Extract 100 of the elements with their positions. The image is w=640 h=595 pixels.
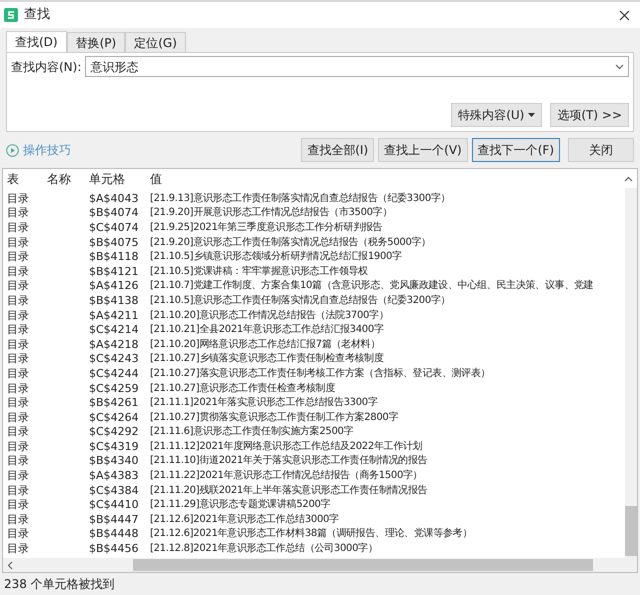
table-cell-text: 目录 (6, 498, 30, 512)
table-cell-text: $B$4340 (88, 454, 140, 468)
table-cell-text: 目录 (6, 264, 30, 278)
options-button[interactable]: 选项(T) >> (550, 103, 629, 127)
table-cell-text: $B$4121 (88, 264, 140, 278)
table-cell-text: $C$4243 (88, 352, 140, 366)
table-cell-text: 目录 (6, 294, 30, 307)
table-cell-text: [21.12.8]2021年意识形态工作总结（公司3000字） (149, 542, 378, 556)
table-cell-text: [21.10.20]网络意识形态工作总结汇报7篇（老材料） (149, 338, 380, 351)
action-button[interactable]: 关闭 (568, 138, 634, 162)
table-cell-text: [21.9.20]意识形态工作责任制落实情况总结报告（税务5000字） (149, 236, 431, 249)
table-cell-text: [21.10.27]意识形态工作责任检查考核制度 (149, 382, 336, 395)
table-cell-text: [21.12.6]2021年意识形态工作总结3000字 (149, 512, 339, 526)
table-cell-text: $C$4259 (88, 382, 140, 395)
table-cell-text: [21.11.22]2021年意识形态工作情况总结报告（商务1500字） (149, 469, 422, 482)
play-circle-icon (6, 144, 19, 156)
table-cell-text: $B$4138 (88, 294, 140, 307)
table-cell-text: $B$4448 (88, 527, 140, 540)
chevron-down-icon (615, 64, 624, 70)
column-header[interactable]: 表 (3, 170, 43, 188)
table-cell-text: $A$4383 (88, 469, 140, 482)
table-cell-text: [21.11.12]2021年度网络意识形态工作总结及2022年工作计划 (149, 440, 422, 453)
table-cell-text: 目录 (6, 542, 30, 556)
scroll-up-icon[interactable] (624, 176, 633, 182)
table-cell-text: [21.9.25]2021年第三季度意识形态工作分析研判报告 (149, 220, 382, 234)
caret-icon (528, 113, 536, 117)
table-cell-text: [21.10.5]乡镇意识形态领域分析研判情况总结汇报1900字 (149, 250, 402, 264)
table-cell-text: $C$4244 (88, 366, 140, 380)
close-icon[interactable] (619, 10, 630, 20)
table-cell-text: 目录 (6, 454, 30, 468)
find-input[interactable]: 意识形态 (90, 58, 615, 76)
table-cell-text: 目录 (6, 308, 30, 322)
table-cell-text: $A$4043 (88, 192, 140, 205)
action-button[interactable]: 查找全部(I) (301, 138, 374, 162)
table-cell-text: [21.10.5]意识形态工作责任制落实情况自查总结报告（纪委3200字） (149, 294, 450, 307)
action-button[interactable]: 查找上一个(V) (378, 138, 468, 162)
table-cell-text: 目录 (6, 220, 30, 234)
table-cell-text: 目录 (6, 279, 30, 292)
table-cell-text: $A$4211 (88, 308, 140, 322)
table-cell-text: 目录 (6, 352, 30, 366)
table-cell-text: 目录 (6, 366, 30, 380)
table-cell-text: $A$4126 (88, 279, 140, 292)
table-cell-text: [21.9.13]意识形态工作责任制落实情况自查总结报告（纪委3300字） (149, 192, 450, 205)
window-title: 查找 (24, 6, 50, 24)
status-text: 238 个单元格被找到 (3, 576, 116, 593)
table-cell-text: [21.12.6]2021年意识形态工作材料38篇（调研报告、理论、党课等参考） (149, 527, 472, 540)
table-cell-text: $C$4264 (88, 410, 140, 424)
table-cell-text: $C$4074 (88, 220, 140, 234)
table-cell-text: $C$4214 (88, 323, 140, 336)
table-cell-text: [21.9.20]开展意识形态工作情况总结报告（市3500字） (149, 206, 392, 220)
table-cell-text: 目录 (6, 484, 30, 497)
vertical-scrollbar[interactable] (625, 188, 637, 558)
horizontal-scrollbar[interactable] (3, 558, 637, 572)
table-cell-text: 目录 (6, 338, 30, 351)
table-cell-text: $B$4118 (88, 250, 140, 264)
table-cell-text: 目录 (6, 382, 30, 395)
table-cell-text: [21.11.1]2021年落实意识形态工作总结报告3300字 (149, 396, 378, 410)
column-header[interactable]: 值 (146, 170, 624, 188)
table-cell-text: $B$4074 (88, 206, 140, 220)
table-cell-text: [21.11.10]街道2021年关于落实意识形态工作责任制情况的报告 (149, 454, 428, 468)
table-cell-text: [21.10.5]党课讲稿：牢牢掌握意识形态工作领导权 (149, 264, 368, 278)
find-field[interactable]: 意识形态 (85, 56, 629, 77)
table-cell-text: 目录 (6, 250, 30, 264)
table-cell-text: 目录 (6, 192, 30, 205)
table-cell-text: [21.10.27]乡镇落实意识形态工作责任制检查考核制度 (149, 352, 384, 366)
column-header[interactable]: 单元格 (85, 170, 146, 188)
table-cell-text: 目录 (6, 236, 30, 249)
table-cell-text: 目录 (6, 512, 30, 526)
tab[interactable]: 查找(D) (6, 31, 67, 52)
table-cell-text: 目录 (6, 425, 30, 438)
table-cell-text: [21.11.29]意识形态专题党课讲稿5200字 (149, 498, 330, 512)
table-cell-text: 目录 (6, 396, 30, 410)
table-cell-text: 目录 (6, 206, 30, 220)
table-cell-text: $C$4292 (88, 425, 140, 438)
table-cell-text: $B$4261 (88, 396, 140, 410)
table-cell-text: $C$4410 (88, 498, 140, 512)
column-header[interactable]: 名称 (43, 170, 85, 188)
table-cell-text: [21.10.27]落实意识形态工作责任制考核工作方案（含指标、登记表、测评表） (149, 366, 490, 380)
table-cell-text: $A$4218 (88, 338, 140, 351)
table-cell-text: [21.11.6]意识形态工作责任制实施方案2500字 (149, 425, 354, 438)
table-cell-text: [21.11.20]残联2021年上半年落实意识形态工作责任制情况报告 (149, 484, 428, 497)
tab[interactable]: 定位(G) (125, 32, 186, 52)
tab[interactable]: 替换(P) (66, 32, 126, 52)
table-cell-text: 目录 (6, 527, 30, 540)
table-cell-text: [21.10.21]全县2021年意识形态工作总结汇报3400字 (149, 323, 384, 336)
table-cell-text: [21.10.7]党建工作制度、方案合集10篇（含意识形态、党风廉政建设、中心组、民主决策、议事、党建 (149, 279, 594, 292)
table-cell-text: $C$4384 (88, 484, 140, 497)
table-cell-text: $B$4456 (88, 542, 140, 556)
app-logo-icon (4, 8, 18, 22)
table-cell-text: [21.10.20]意识形态工作情况总结报告（法院3700字） (149, 308, 388, 322)
special-content-button[interactable]: 特殊内容(U) (451, 103, 542, 127)
table-cell-text: 目录 (6, 410, 30, 424)
table-cell-text: $B$4447 (88, 512, 140, 526)
table-cell-text: 目录 (6, 440, 30, 453)
table-cell-text: 目录 (6, 469, 30, 482)
table-cell-text: 目录 (6, 323, 30, 336)
find-label: 查找内容(N): (11, 58, 82, 76)
scroll-left-icon[interactable] (7, 560, 13, 570)
action-button[interactable]: 查找下一个(F) (472, 138, 560, 162)
table-cell-text: $C$4319 (88, 440, 140, 453)
